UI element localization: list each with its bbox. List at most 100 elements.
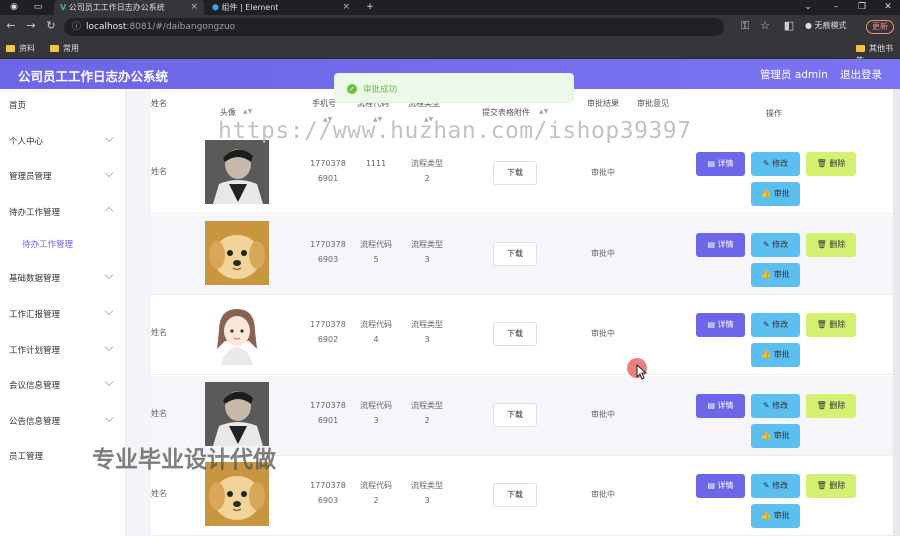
download-button[interactable]: 下载 xyxy=(493,161,537,185)
close-window-icon[interactable]: ✕ xyxy=(876,0,900,15)
edit-button[interactable]: ✎ 修改 xyxy=(751,152,800,176)
code-line-2: 3 xyxy=(373,415,379,425)
detail-button[interactable]: ▤ 详情 xyxy=(696,152,745,176)
key-icon[interactable]: ⚿ xyxy=(738,19,752,33)
delete-button[interactable]: 🗑 删除 xyxy=(806,393,856,418)
sidebar-item-employees[interactable]: 员工管理 xyxy=(9,450,43,462)
sidebar-item-notices[interactable]: 公告信息管理 xyxy=(9,415,60,427)
sidebar-item-profile[interactable]: 个人中心 xyxy=(9,135,43,147)
thumb-up-icon: 👍 xyxy=(761,269,772,279)
detail-button[interactable]: ▤ 详情 xyxy=(696,393,745,418)
thumb-up-icon: 👍 xyxy=(761,189,772,198)
approve-button[interactable]: 👍 审批 xyxy=(751,182,800,206)
document-icon: ▤ xyxy=(707,320,715,329)
delete-button[interactable]: 🗑 删除 xyxy=(806,232,856,257)
document-icon: ▤ xyxy=(707,159,715,168)
close-tab-icon[interactable]: × xyxy=(190,0,198,15)
tab-label: 组件 | Element xyxy=(221,3,279,12)
download-button[interactable]: 下载 xyxy=(493,241,537,266)
code-line-2: 4 xyxy=(373,335,379,344)
sidebar-item-admins[interactable]: 管理员管理 xyxy=(9,170,52,182)
trash-icon: 🗑 xyxy=(816,400,827,410)
trash-icon: 🗑 xyxy=(816,320,827,329)
maximize-icon[interactable]: ❐ xyxy=(850,0,874,15)
bookmark-folder[interactable]: 资料 xyxy=(6,43,35,55)
edit-button[interactable]: ✎ 修改 xyxy=(751,393,800,418)
button-label: 删除 xyxy=(829,320,846,329)
delete-button[interactable]: 🗑 删除 xyxy=(806,313,856,337)
browser-tab-active[interactable]: V 公司员工工作日志办公系统 × xyxy=(54,0,204,15)
edit-button[interactable]: ✎ 修改 xyxy=(751,232,800,257)
delete-button[interactable]: 🗑 删除 xyxy=(806,474,856,498)
thumb-up-icon: 👍 xyxy=(761,430,772,440)
sidebar-subitem-todo-work[interactable]: 待办工作管理 xyxy=(22,238,73,250)
cell-code: 流程代码 4 xyxy=(356,317,396,347)
tab-search-icon[interactable]: ⌄ xyxy=(796,0,820,15)
detail-button[interactable]: ▤ 详情 xyxy=(696,232,745,257)
cell-phone: 1770378 6901 xyxy=(306,156,350,186)
sort-icon[interactable]: ▲▼ xyxy=(539,108,548,115)
tab-overview-icon[interactable]: ▭ xyxy=(26,0,50,15)
sidebar-item-meetings[interactable]: 会议信息管理 xyxy=(9,379,60,391)
sidebar-item-basic-data[interactable]: 基础数据管理 xyxy=(9,272,60,284)
trash-icon: 🗑 xyxy=(816,481,827,490)
download-button[interactable]: 下载 xyxy=(493,322,537,346)
download-button[interactable]: 下载 xyxy=(493,402,537,427)
close-tab-icon[interactable]: × xyxy=(342,0,350,15)
col-header-result[interactable]: 审批结果 xyxy=(587,98,619,109)
col-header-phone[interactable]: 手机号 xyxy=(312,98,336,109)
vertical-scrollbar[interactable] xyxy=(893,89,900,536)
code-line-1: 1111 xyxy=(365,159,387,168)
cell-name: 姓名 xyxy=(151,408,167,418)
col-header-avatar[interactable]: 头像 xyxy=(220,107,236,118)
approve-button[interactable]: 👍 审批 xyxy=(751,423,800,448)
forward-icon[interactable]: → xyxy=(24,19,38,33)
minimize-icon[interactable]: – xyxy=(824,0,848,15)
bookmark-star-icon[interactable]: ☆ xyxy=(758,19,772,33)
sort-icon[interactable]: ▲▼ xyxy=(243,108,252,115)
approve-button[interactable]: 👍 审批 xyxy=(751,504,800,528)
button-label: 审批 xyxy=(773,269,790,279)
folder-icon xyxy=(50,45,59,52)
delete-button[interactable]: 🗑 删除 xyxy=(806,152,856,176)
col-header-name[interactable]: 姓名 xyxy=(151,98,167,109)
approve-button[interactable]: 👍 审批 xyxy=(751,343,800,367)
sidebar-item-todo-work[interactable]: 待办工作管理 xyxy=(9,206,60,218)
chevron-down-icon xyxy=(104,413,114,423)
detail-button[interactable]: ▤ 详情 xyxy=(696,313,745,337)
button-label: 修改 xyxy=(772,400,789,410)
bookmark-label: 资料 xyxy=(19,44,35,53)
button-label: 修改 xyxy=(772,159,789,168)
detail-button[interactable]: ▤ 详情 xyxy=(696,474,745,498)
chrome-menu-icon[interactable]: ◉ xyxy=(2,0,26,15)
type-line-1: 流程类型 xyxy=(411,400,443,410)
phone-line-1: 1770378 xyxy=(310,239,346,249)
new-tab-icon[interactable]: + xyxy=(358,0,382,15)
update-button[interactable]: 更新 xyxy=(866,20,894,34)
app-title: 公司员工工作日志办公系统 xyxy=(18,69,169,84)
edit-button[interactable]: ✎ 修改 xyxy=(751,474,800,498)
incognito-label[interactable]: ● 无痕模式 xyxy=(805,20,847,31)
sidepanel-icon[interactable]: ◧ xyxy=(782,19,796,33)
sidebar-item-work-report[interactable]: 工作汇报管理 xyxy=(9,308,60,320)
col-header-opinion[interactable]: 审批意见 xyxy=(637,98,669,109)
button-label: 修改 xyxy=(772,481,789,490)
incognito-icon: ● xyxy=(805,21,812,30)
bookmark-folder[interactable]: 常用 xyxy=(50,43,79,55)
avatar xyxy=(205,220,269,285)
sidebar-item-work-plan[interactable]: 工作计划管理 xyxy=(9,344,60,356)
sidebar-item-home[interactable]: 首页 xyxy=(9,99,26,111)
col-header-attachment[interactable]: 提交表格附件 xyxy=(482,107,530,118)
reload-icon[interactable]: ↻ xyxy=(44,19,58,33)
approve-button[interactable]: 👍 审批 xyxy=(751,262,800,287)
edit-button[interactable]: ✎ 修改 xyxy=(751,313,800,337)
logout-link[interactable]: 退出登录 xyxy=(840,67,882,82)
cell-name: 姓名 xyxy=(151,328,167,337)
download-button[interactable]: 下载 xyxy=(493,483,537,507)
back-icon[interactable]: ← xyxy=(4,19,18,33)
url-input[interactable]: ⓘ localhost:8081/#/daibangongzuo xyxy=(64,18,724,36)
button-label: 删除 xyxy=(829,400,846,410)
browser-tab-strip: ◉ ▭ V 公司员工工作日志办公系统 × ⬢ 组件 | Element × + … xyxy=(0,0,900,15)
type-line-2: 3 xyxy=(424,335,430,344)
browser-tab[interactable]: ⬢ 组件 | Element × xyxy=(206,0,356,15)
